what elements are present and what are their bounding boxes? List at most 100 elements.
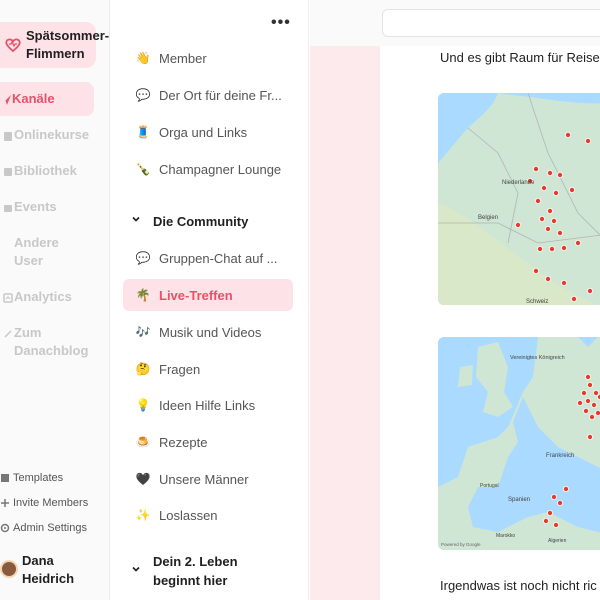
nav-item-label: Onlinekurse — [14, 127, 90, 142]
main-nav-list: Kanäle Onlinekurse Bibliothek Events And… — [0, 82, 110, 378]
black-heart-icon: 🖤 — [135, 472, 151, 486]
send-icon — [0, 93, 12, 105]
thread-emoji-icon: 🧵 — [135, 125, 151, 139]
channel-label: Musik und Videos — [159, 324, 262, 340]
channel-rezepte[interactable]: 🍮 Rezepte — [123, 426, 293, 458]
map-label: Niederlande — [502, 180, 535, 186]
channel-loslassen[interactable]: ✨ Loslassen — [123, 499, 293, 531]
map-label: Frankreich — [546, 453, 574, 459]
left-navigation: Spätsommer- Flimmern Kanäle Onlinekurse … — [0, 0, 110, 600]
more-options-icon[interactable]: ••• — [271, 14, 291, 32]
top-bar — [310, 0, 600, 46]
templates-label: Templates — [13, 472, 64, 484]
channel-label: Der Ort für deine Fr... — [159, 87, 282, 103]
nav-item-label-line1: Zum — [14, 325, 42, 340]
workspace-name-line2: Flimmern — [26, 46, 85, 61]
map-label: Schweiz — [526, 299, 548, 305]
post-text-reisen: Und es gibt Raum für Reise — [440, 50, 600, 65]
group-die-community[interactable]: Die Community — [131, 212, 248, 231]
speech-bubble-icon: 💬 — [135, 251, 151, 265]
gear-icon — [0, 523, 10, 533]
course-icon — [2, 129, 14, 141]
map-label: Algerien — [548, 538, 567, 544]
map-label: Vereinigtes Königreich — [510, 355, 565, 361]
map-image-2[interactable]: Vereinigtes Königreich Frankreich Spanie… — [438, 337, 600, 550]
chevron-down-icon — [131, 212, 145, 231]
chevron-down-icon — [131, 562, 145, 581]
nav-item-danachblog[interactable]: Zum Danachblog — [0, 324, 110, 360]
avatar — [0, 560, 18, 578]
channel-ideen-hilfe-links[interactable]: 💡 Ideen Hilfe Links — [123, 389, 293, 421]
search-input[interactable] — [382, 9, 600, 37]
main-content: Und es gibt Raum für Reise Niederlande B… — [310, 0, 600, 600]
user-name-line2: Heidrich — [22, 571, 75, 586]
map-label: Belgien — [478, 215, 498, 221]
channel-live-treffen[interactable]: 🌴 Live-Treffen — [123, 279, 293, 311]
channel-list: ••• 👋 Member 💬 Der Ort für deine Fr... 🧵… — [111, 0, 309, 600]
channel-orga-und-links[interactable]: 🧵 Orga und Links — [123, 116, 293, 148]
heart-logo-icon — [4, 36, 22, 54]
thinking-face-icon: 🤔 — [135, 362, 151, 376]
channel-label: Unsere Männer — [159, 471, 249, 487]
nav-item-label: Bibliothek — [14, 163, 77, 178]
workspace-switcher[interactable]: Spätsommer- Flimmern — [0, 22, 109, 68]
invite-members-link[interactable]: Invite Members — [0, 495, 110, 511]
group-label-line1: Dein 2. Leben — [153, 554, 238, 569]
group-dein-2-leben[interactable]: Dein 2. Leben beginnt hier — [131, 552, 238, 590]
user-profile[interactable]: Dana Heidrich — [0, 552, 74, 588]
channel-label: Live-Treffen — [159, 287, 233, 303]
templates-link[interactable]: Templates — [0, 470, 110, 486]
plus-icon — [0, 498, 10, 508]
nav-item-bibliothek[interactable]: Bibliothek — [0, 162, 110, 180]
map-label: Portugal — [480, 483, 499, 489]
nav-item-label-line1: Andere — [14, 235, 59, 250]
channel-member[interactable]: 👋 Member — [123, 42, 293, 74]
library-icon — [2, 165, 14, 177]
nav-item-label: Analytics — [14, 289, 72, 304]
post-body: Und es gibt Raum für Reise Niederlande B… — [380, 46, 600, 600]
nav-item-events[interactable]: Events — [0, 198, 110, 216]
users-icon — [2, 237, 14, 249]
palm-tree-emoji-icon: 🌴 — [135, 288, 151, 302]
map-label: Spanien — [508, 497, 530, 503]
map-attribution: Powered by Google — [441, 542, 481, 547]
channel-label: Orga und Links — [159, 124, 248, 140]
chart-icon — [2, 291, 14, 303]
nav-item-kanaele[interactable]: Kanäle — [0, 82, 94, 116]
nav-item-analytics[interactable]: Analytics — [0, 288, 110, 306]
light-bulb-icon: 💡 — [135, 398, 151, 412]
channel-label: Ideen Hilfe Links — [159, 397, 256, 413]
sparkles-icon: ✨ — [135, 508, 151, 522]
channel-label: Gruppen-Chat auf ... — [159, 250, 278, 266]
nav-item-onlinekurse[interactable]: Onlinekurse — [0, 126, 110, 144]
channel-champagner-lounge[interactable]: 🍾 Champagner Lounge — [123, 153, 293, 185]
post-text-irgendwas: Irgendwas ist noch nicht ric — [440, 578, 597, 593]
wave-emoji-icon: 👋 — [135, 51, 151, 65]
user-name-line1: Dana — [22, 553, 54, 568]
map-label: Marokko — [496, 533, 515, 539]
admin-settings-link[interactable]: Admin Settings — [0, 520, 110, 536]
admin-settings-label: Admin Settings — [13, 522, 87, 534]
music-notes-icon: 🎶 — [135, 325, 151, 339]
nav-item-label: Events — [14, 199, 57, 214]
workspace-name-line1: Spätsommer- — [26, 28, 110, 43]
channel-unsere-maenner[interactable]: 🖤 Unsere Männer — [123, 463, 293, 495]
champagne-emoji-icon: 🍾 — [135, 162, 151, 176]
channel-musik-und-videos[interactable]: 🎶 Musik und Videos — [123, 316, 293, 348]
group-label: Die Community — [153, 214, 249, 229]
speech-bubble-icon: 💬 — [135, 88, 151, 102]
pudding-icon: 🍮 — [135, 435, 151, 449]
channel-label: Rezepte — [159, 434, 208, 450]
calendar-icon — [2, 201, 14, 213]
channel-fragen[interactable]: 🤔 Fragen — [123, 353, 293, 385]
channel-label: Champagner Lounge — [159, 161, 282, 177]
nav-item-andere-user[interactable]: Andere User — [0, 234, 110, 270]
link-icon — [2, 327, 14, 339]
nav-item-label-line2: Danachblog — [14, 343, 89, 358]
template-icon — [0, 473, 10, 483]
map-image-1[interactable]: Niederlande Belgien Schweiz — [438, 93, 600, 305]
channel-gruppen-chat[interactable]: 💬 Gruppen-Chat auf ... — [123, 242, 293, 274]
nav-item-label-line2: User — [14, 253, 43, 268]
invite-members-label: Invite Members — [13, 497, 89, 509]
channel-der-ort[interactable]: 💬 Der Ort für deine Fr... — [123, 79, 293, 111]
